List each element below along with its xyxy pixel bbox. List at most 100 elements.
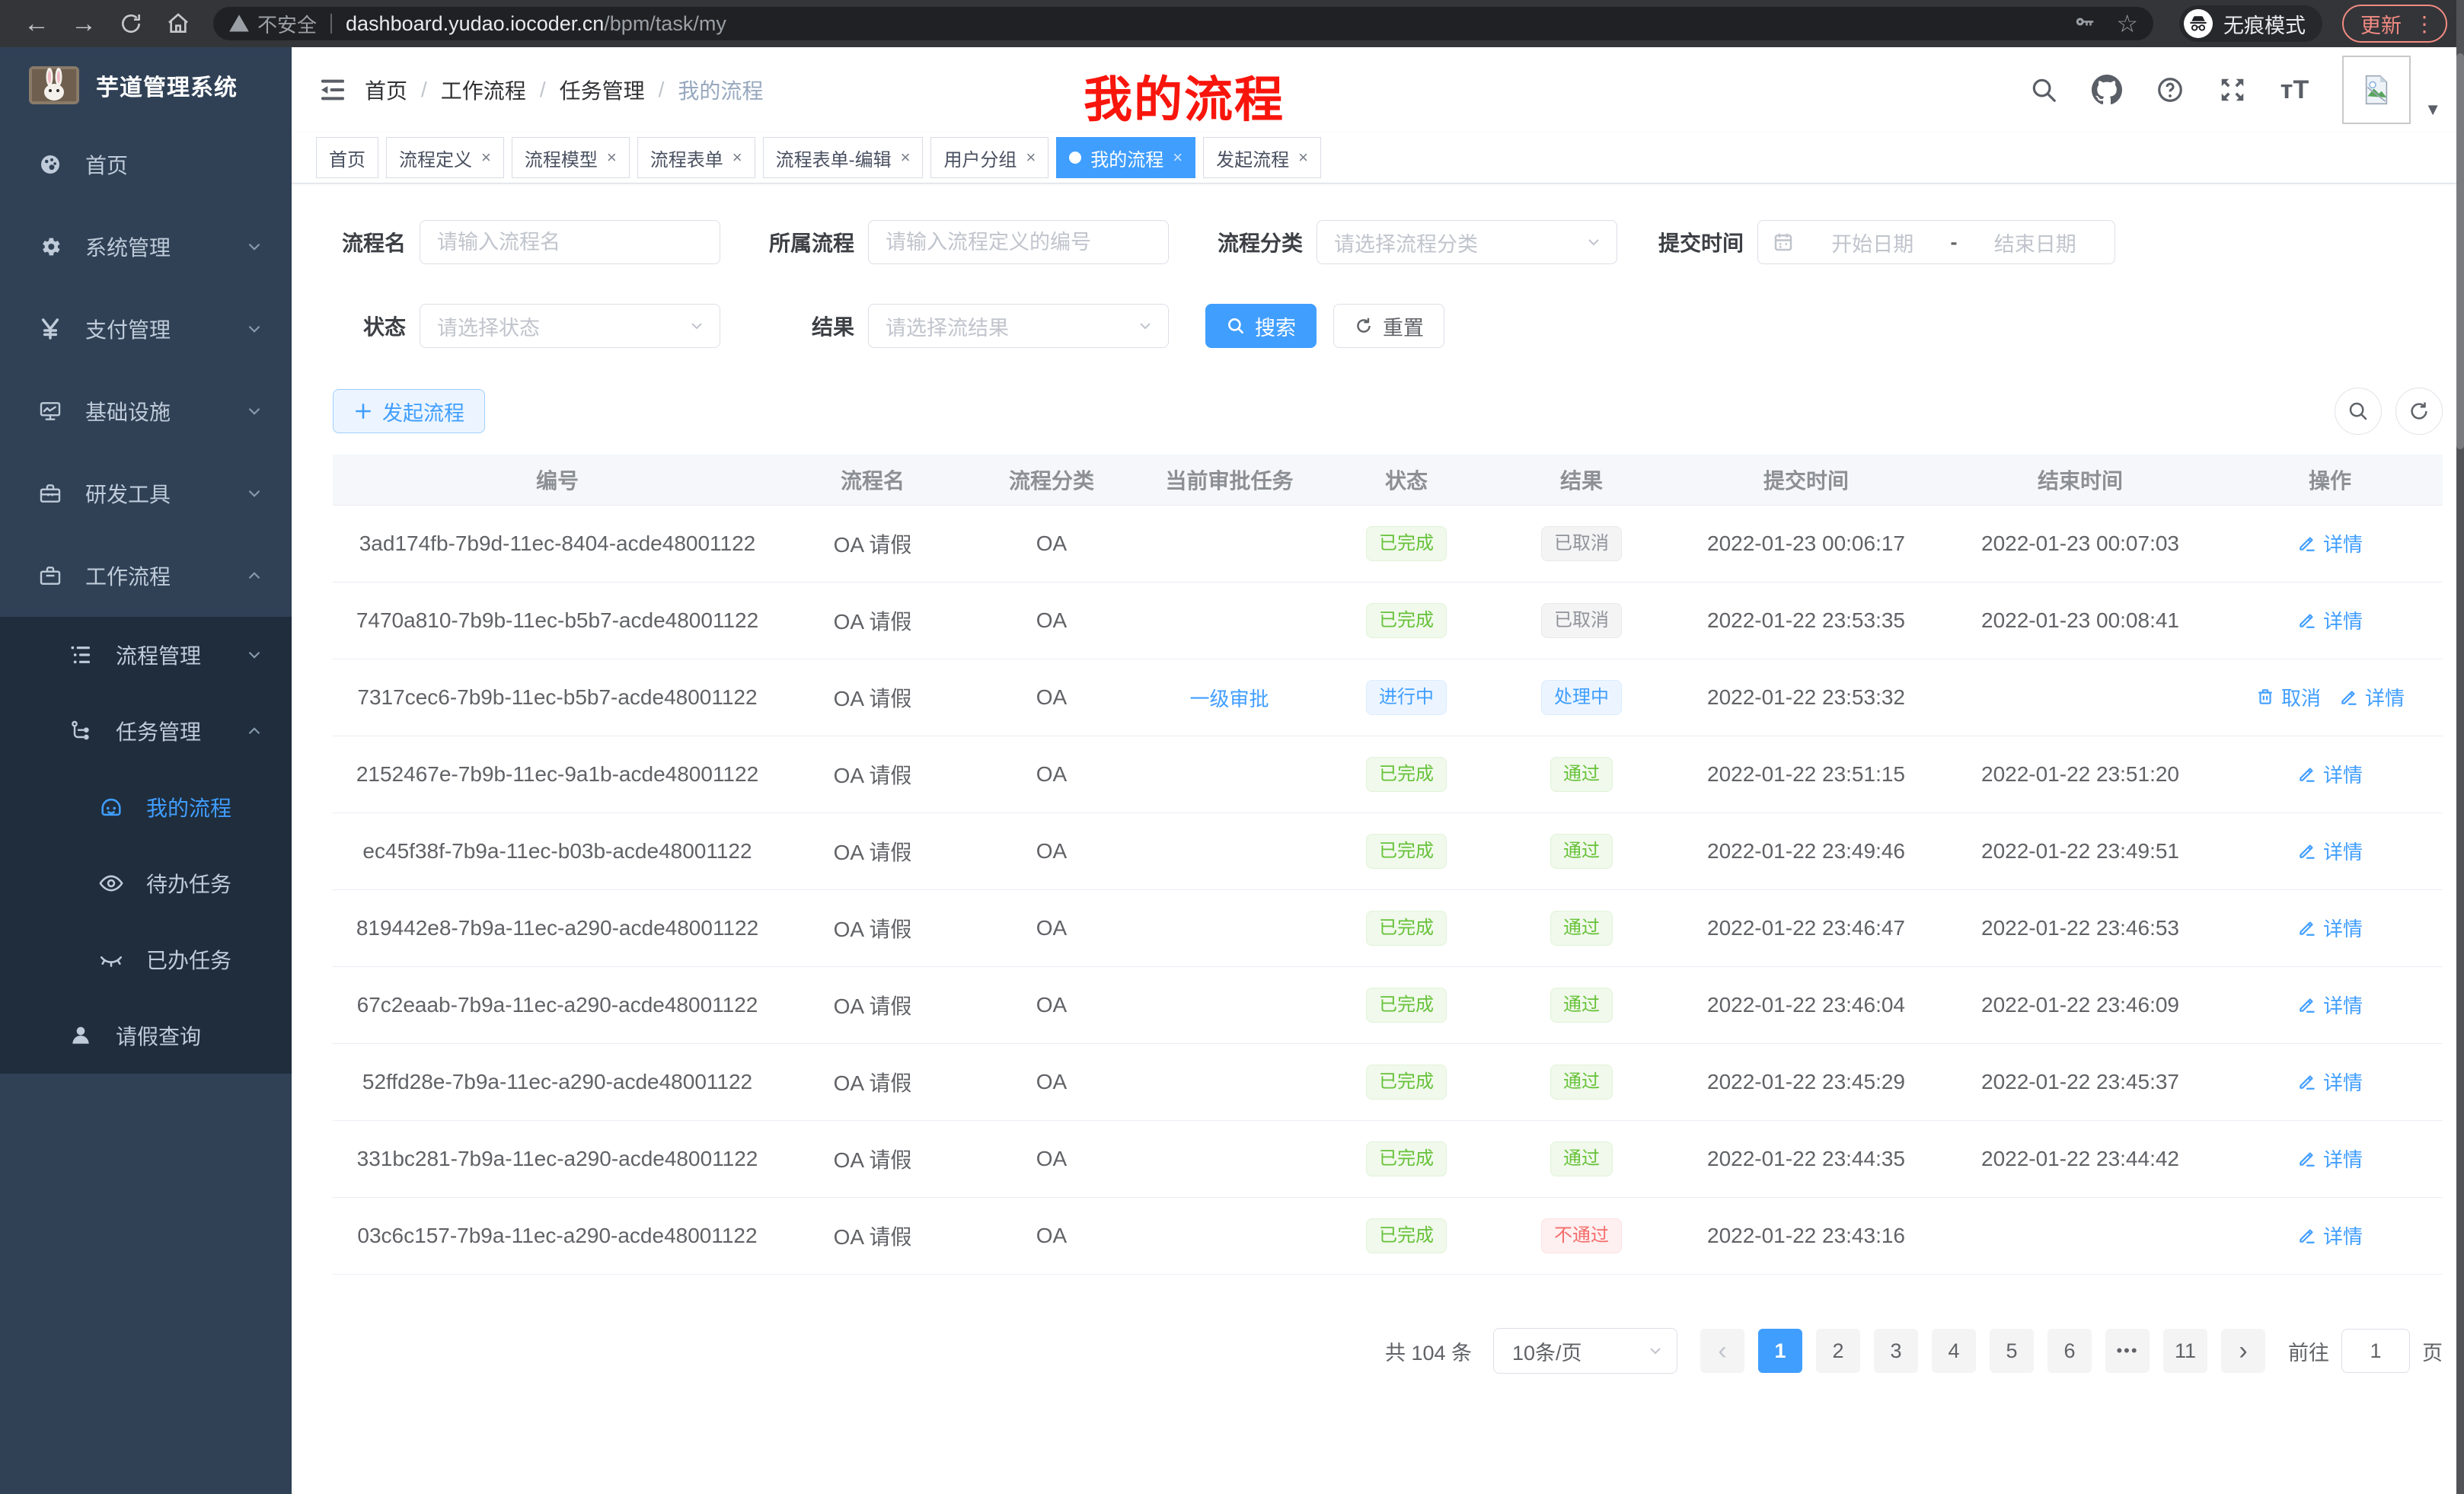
page-size-select[interactable]: 10条/页	[1493, 1328, 1677, 1374]
fullscreen-icon[interactable]	[2218, 75, 2247, 104]
user-icon	[65, 1023, 96, 1048]
detail-link[interactable]: 详情	[2297, 1221, 2363, 1250]
status-filter-select[interactable]: 请选择状态	[420, 304, 720, 348]
start-process-button[interactable]: 发起流程	[333, 389, 485, 433]
submit-time-range-picker[interactable]: 开始日期 - 结束日期	[1757, 220, 2115, 264]
search-button[interactable]: 搜索	[1205, 304, 1317, 348]
close-icon[interactable]: ×	[1173, 148, 1183, 168]
page-button-5[interactable]: 5	[1990, 1329, 2034, 1373]
page-button-11[interactable]: 11	[2163, 1329, 2207, 1373]
cell-process-name: OA 请假	[782, 836, 963, 867]
tab-home[interactable]: 首页	[316, 137, 378, 178]
security-label[interactable]: 不安全	[257, 10, 317, 38]
goto-page-input[interactable]	[2341, 1329, 2410, 1373]
reset-button[interactable]: 重置	[1333, 304, 1444, 348]
help-icon[interactable]	[2156, 75, 2185, 104]
cancel-link[interactable]: 取消	[2255, 683, 2321, 711]
close-icon[interactable]: ×	[901, 148, 911, 168]
action-label: 详情	[2323, 606, 2363, 634]
github-icon[interactable]	[2092, 75, 2122, 105]
scrollbar-thumb[interactable]	[2456, 53, 2464, 449]
sidebar-item-payment[interactable]: 支付管理	[0, 288, 292, 370]
detail-link[interactable]: 详情	[2339, 683, 2405, 711]
sidebar-item-label: 我的流程	[146, 792, 231, 822]
more-pages-button[interactable]: •••	[2105, 1329, 2150, 1373]
cell-current-task[interactable]: 一级审批	[1140, 684, 1319, 712]
bookmark-star-icon[interactable]: ☆	[2116, 9, 2138, 38]
key-icon[interactable]	[2073, 12, 2096, 35]
font-size-icon[interactable]: ᴛT	[2280, 75, 2309, 105]
browser-menu-icon[interactable]: ⋮	[2414, 11, 2435, 37]
result-badge: 通过	[1550, 1065, 1613, 1100]
detail-link[interactable]: 详情	[2297, 760, 2363, 788]
page-button-2[interactable]: 2	[1816, 1329, 1860, 1373]
breadcrumb-item[interactable]: 工作流程	[441, 75, 526, 105]
tab-user-group[interactable]: 用户分组×	[930, 137, 1048, 178]
detail-link[interactable]: 详情	[2297, 914, 2363, 942]
page-button-3[interactable]: 3	[1874, 1329, 1918, 1373]
sidebar-item-infrastructure[interactable]: 基础设施	[0, 370, 292, 452]
prev-page-button: ‹	[1700, 1329, 1744, 1373]
close-icon[interactable]: ×	[732, 148, 742, 168]
tab-process-model[interactable]: 流程模型×	[512, 137, 630, 178]
tab-process-form[interactable]: 流程表单×	[637, 137, 755, 178]
result-filter-select[interactable]: 请选择流结果	[868, 304, 1169, 348]
start-date-placeholder[interactable]: 开始日期	[1807, 228, 1939, 257]
collapse-sidebar-icon[interactable]	[314, 72, 351, 108]
tab-start-process[interactable]: 发起流程×	[1203, 137, 1321, 178]
category-filter-select[interactable]: 请选择流程分类	[1317, 220, 1617, 264]
end-date-placeholder[interactable]: 结束日期	[1970, 228, 2102, 257]
close-icon[interactable]: ×	[1298, 148, 1308, 168]
breadcrumb-item[interactable]: 首页	[365, 75, 407, 105]
url-text[interactable]: dashboard.yudao.iocoder.cn/bpm/task/my	[346, 12, 726, 36]
sidebar-item-leave-query[interactable]: 请假查询	[0, 998, 292, 1074]
sidebar-item-workflow[interactable]: 工作流程	[0, 535, 292, 617]
sidebar-item-my-process[interactable]: 我的流程	[0, 769, 292, 845]
sidebar: 芋道管理系统 首页系统管理支付管理基础设施研发工具工作流程流程管理任务管理我的流…	[0, 47, 292, 1494]
tab-my-process[interactable]: 我的流程×	[1056, 137, 1195, 178]
browser-back-icon[interactable]: ←	[17, 7, 56, 40]
tab-process-form-edit[interactable]: 流程表单-编辑×	[763, 137, 924, 178]
search-icon[interactable]	[2029, 75, 2058, 104]
name-filter-input[interactable]	[420, 220, 720, 264]
next-page-button[interactable]: ›	[2221, 1329, 2265, 1373]
goto-label: 前往	[2288, 1336, 2329, 1366]
sidebar-item-task-mgmt[interactable]: 任务管理	[0, 693, 292, 769]
current-task-link[interactable]: 一级审批	[1189, 684, 1269, 712]
parent-filter-input[interactable]	[868, 220, 1169, 264]
detail-link[interactable]: 详情	[2297, 1144, 2363, 1173]
detail-link[interactable]: 详情	[2297, 991, 2363, 1019]
detail-link[interactable]: 详情	[2297, 606, 2363, 634]
sidebar-item-home[interactable]: 首页	[0, 123, 292, 206]
sidebar-item-label: 请假查询	[116, 1020, 201, 1051]
sidebar-item-system[interactable]: 系统管理	[0, 206, 292, 288]
browser-reload-icon[interactable]	[111, 7, 151, 40]
app-logo-row[interactable]: 芋道管理系统	[0, 47, 292, 123]
browser-forward-icon[interactable]: →	[64, 7, 104, 40]
page-button-4[interactable]: 4	[1932, 1329, 1976, 1373]
sidebar-item-label: 流程管理	[116, 640, 201, 670]
sidebar-item-process-mgmt[interactable]: 流程管理	[0, 617, 292, 693]
breadcrumb-item[interactable]: 任务管理	[560, 75, 645, 105]
close-icon[interactable]: ×	[481, 148, 491, 168]
detail-link[interactable]: 详情	[2297, 1068, 2363, 1096]
detail-link[interactable]: 详情	[2297, 529, 2363, 557]
tab-process-definition[interactable]: 流程定义×	[386, 137, 504, 178]
show-search-button[interactable]	[2335, 388, 2382, 435]
browser-home-icon[interactable]	[158, 7, 198, 40]
browser-update-button[interactable]: 更新 ⋮	[2342, 5, 2447, 43]
close-icon[interactable]: ×	[607, 148, 617, 168]
result-filter-label: 结果	[757, 311, 854, 341]
refresh-table-button[interactable]	[2395, 388, 2443, 435]
sidebar-item-todo-task[interactable]: 待办任务	[0, 845, 292, 921]
sidebar-item-done-task[interactable]: 已办任务	[0, 921, 292, 998]
scrollbar-track[interactable]	[2456, 0, 2464, 1494]
detail-link[interactable]: 详情	[2297, 837, 2363, 865]
page-button-6[interactable]: 6	[2047, 1329, 2092, 1373]
avatar-caret-icon[interactable]: ▼	[2424, 100, 2441, 120]
close-icon[interactable]: ×	[1026, 148, 1036, 168]
page-button-1[interactable]: 1	[1758, 1329, 1802, 1373]
sidebar-item-devtools[interactable]: 研发工具	[0, 452, 292, 535]
avatar[interactable]	[2342, 56, 2411, 124]
address-bar[interactable]: 不安全 dashboard.yudao.iocoder.cn/bpm/task/…	[213, 7, 2153, 40]
